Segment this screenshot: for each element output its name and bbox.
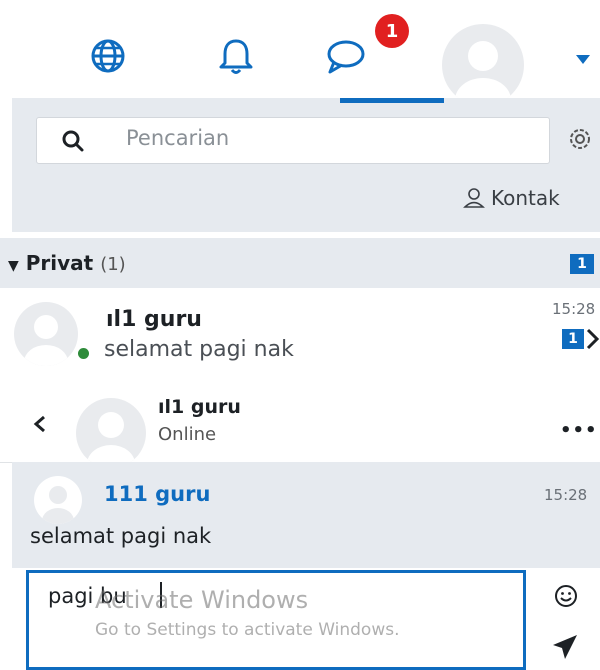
send-icon[interactable] [550,632,580,662]
message-text: selamat pagi nak [30,524,212,548]
privat-unread-badge: 1 [570,254,594,274]
active-tab-indicator [340,98,444,103]
contacts-person-icon [463,188,485,208]
online-status-dot [78,348,89,359]
messages-unread-badge: 1 [375,14,409,48]
settings-gear-icon[interactable] [565,124,595,154]
collapse-caret-icon: ▼ [8,258,19,274]
bell-icon[interactable] [212,32,260,80]
contacts-link[interactable]: Kontak [463,186,560,210]
search-placeholder: Pencarian [126,126,230,150]
privat-count: (1) [100,254,126,275]
conversation-time: 15:28 [552,300,596,318]
user-avatar[interactable] [442,24,524,106]
chat-bubble-icon[interactable] [322,32,370,80]
conversation-name: ıl1 guru [106,307,202,332]
message-sender-name[interactable]: 111 guru [104,482,210,506]
message-area [12,462,600,568]
privat-section-title[interactable]: ▼ Privat (1) [8,251,126,275]
search-input[interactable] [36,117,550,164]
activate-windows-watermark: Activate Windows [95,586,309,614]
chat-contact-name: ıl1 guru [158,396,241,418]
globe-icon[interactable] [84,32,132,80]
emoji-icon[interactable] [553,583,579,609]
contacts-label: Kontak [491,186,560,210]
chat-contact-status: Online [158,424,217,445]
chevron-right-icon[interactable] [586,328,600,350]
conversation-unread-badge: 1 [562,329,584,349]
conversation-avatar [14,302,78,366]
message-time: 15:28 [544,486,588,504]
message-sender-avatar [34,476,82,524]
activate-windows-hint: Go to Settings to activate Windows. [95,620,400,640]
chat-avatar [76,398,146,468]
conversation-list-item[interactable] [0,290,600,378]
more-options-icon[interactable]: ••• [560,420,598,441]
search-icon [62,130,84,152]
privat-label: Privat [25,251,94,275]
user-menu-caret-icon[interactable] [576,55,590,64]
back-arrow-icon[interactable] [30,414,50,434]
conversation-last-message: selamat pagi nak [104,337,294,362]
